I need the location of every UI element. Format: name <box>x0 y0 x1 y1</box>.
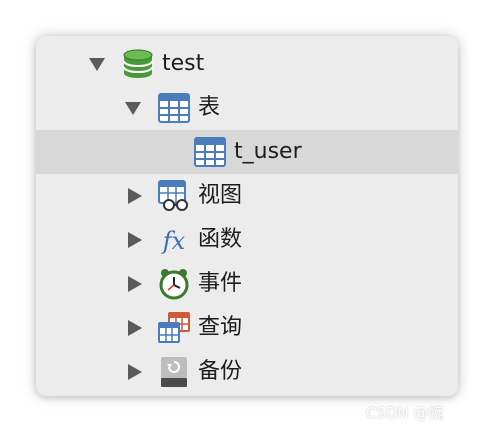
disclosure-expanded-icon[interactable] <box>124 99 142 117</box>
tree-row-queries[interactable]: 查询 <box>36 306 458 350</box>
database-icon <box>123 49 153 78</box>
function-icon: fx <box>161 227 186 255</box>
disclosure-collapsed-icon[interactable] <box>126 187 144 205</box>
tree-label-tables: 表 <box>198 95 221 120</box>
tree-row-events[interactable]: 事件 <box>36 262 458 306</box>
clock-icon <box>159 269 189 300</box>
query-icon <box>158 312 190 343</box>
view-icon <box>158 180 188 211</box>
watermark: CSDN @婉 <box>366 404 444 422</box>
tree-row-table-t-user[interactable]: t_user <box>36 130 458 174</box>
tree-row-functions[interactable]: fx 函数 <box>36 218 458 262</box>
disclosure-collapsed-icon[interactable] <box>126 363 144 381</box>
disclosure-expanded-icon[interactable] <box>88 55 106 73</box>
table-icon <box>158 93 190 123</box>
tree-label-events: 事件 <box>198 271 243 296</box>
tree-label-backups: 备份 <box>198 359 243 384</box>
tree-label-queries: 查询 <box>198 315 243 340</box>
tree-row-tables[interactable]: 表 <box>36 86 458 130</box>
tree-label-table-t-user: t_user <box>234 139 302 164</box>
tree-row-database[interactable]: test <box>36 42 458 86</box>
svg-text:fx: fx <box>161 227 186 255</box>
backup-icon <box>161 357 187 387</box>
disclosure-collapsed-icon[interactable] <box>126 275 144 293</box>
tree-label-functions: 函数 <box>198 227 243 252</box>
tree-row-backups[interactable]: 备份 <box>36 350 458 394</box>
disclosure-collapsed-icon[interactable] <box>126 319 144 337</box>
table-icon <box>194 137 226 167</box>
navigator-tree-panel: test 表 t_user 视图 fx 函数 事件 查询 备份 <box>36 36 458 396</box>
tree-label-database: test <box>162 51 205 76</box>
tree-label-views: 视图 <box>198 183 243 208</box>
disclosure-collapsed-icon[interactable] <box>126 231 144 249</box>
tree-row-views[interactable]: 视图 <box>36 174 458 218</box>
